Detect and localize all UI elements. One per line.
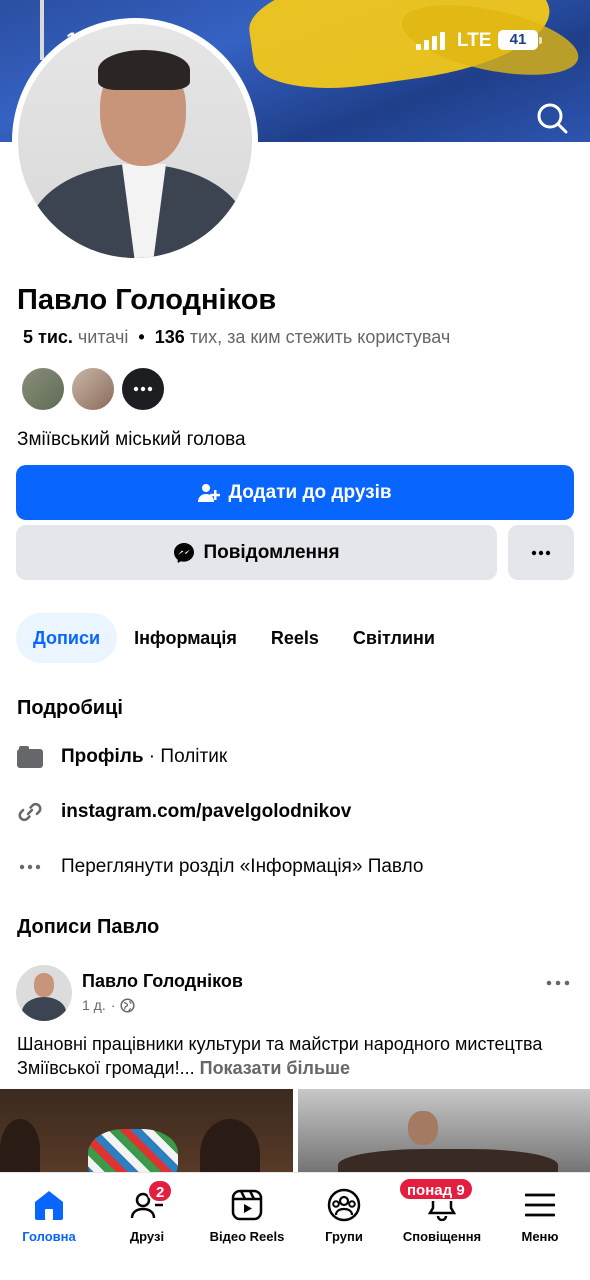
- signal-icon: [416, 32, 448, 55]
- reels-icon: [229, 1187, 265, 1223]
- nav-groups-label: Групи: [325, 1229, 363, 1244]
- messenger-icon: [174, 542, 195, 563]
- details-title: Подробиці: [17, 697, 123, 719]
- post-more-button[interactable]: [546, 973, 570, 991]
- menu-icon: [522, 1187, 558, 1223]
- search-button[interactable]: [534, 100, 570, 136]
- following-count[interactable]: 136: [155, 327, 185, 347]
- post-text: Шановні працівники культури та майстри н…: [17, 1032, 577, 1080]
- post-photo[interactable]: [298, 1089, 590, 1179]
- detail-see-about-row[interactable]: Переглянути розділ «Інформація» Павло: [17, 852, 423, 882]
- message-button[interactable]: Повідомлення: [16, 525, 497, 580]
- nav-home[interactable]: Головна: [18, 1173, 80, 1253]
- post-meta: 1 д. ·: [82, 997, 135, 1013]
- network-type: LTE: [457, 30, 492, 51]
- groups-icon: [326, 1187, 362, 1223]
- see-more-link[interactable]: Показати більше: [200, 1058, 350, 1078]
- globe-icon: [120, 997, 135, 1013]
- see-about-link[interactable]: Переглянути розділ «Інформація» Павло: [61, 856, 423, 878]
- nav-home-label: Головна: [22, 1229, 76, 1244]
- mutual-avatar[interactable]: [70, 366, 116, 412]
- profile-more-button[interactable]: [508, 525, 574, 580]
- nav-groups[interactable]: Групи: [313, 1173, 375, 1253]
- detail-profile-row: Профіль · Політик: [17, 742, 227, 772]
- home-icon: [31, 1187, 67, 1223]
- more-dots-icon: [531, 550, 551, 555]
- friends-icon: 2: [129, 1179, 174, 1223]
- more-dots-icon: [17, 854, 43, 880]
- post-time[interactable]: 1 д.: [82, 997, 106, 1013]
- nav-friends[interactable]: 2 Друзі: [116, 1173, 178, 1253]
- link-icon: [17, 799, 43, 825]
- following-label[interactable]: тих, за ким стежить користувач: [190, 327, 450, 347]
- post-author-name[interactable]: Павло Голодніков: [82, 971, 243, 992]
- tab-reels[interactable]: Reels: [254, 613, 336, 663]
- followers-label[interactable]: читачі: [78, 327, 128, 347]
- add-friend-label: Додати до друзів: [228, 481, 392, 503]
- profile-category-icon: [17, 744, 43, 770]
- nav-notifications-label: Сповіщення: [402, 1229, 482, 1244]
- post-header: Павло Голодніков 1 д. ·: [16, 965, 574, 1021]
- nav-reels-label: Відео Reels: [209, 1229, 285, 1244]
- notifications-badge: понад 9: [398, 1177, 474, 1201]
- profile-name: Павло Голодніков: [17, 284, 277, 316]
- message-label: Повідомлення: [203, 541, 340, 563]
- bell-icon: понад 9: [398, 1177, 474, 1223]
- nav-reels[interactable]: Відео Reels: [202, 1173, 292, 1253]
- tab-about[interactable]: Інформація: [117, 613, 254, 663]
- profile-type-label: Профіль: [61, 746, 144, 767]
- nav-menu[interactable]: Меню: [512, 1173, 568, 1253]
- add-friend-icon: [198, 483, 221, 502]
- posts-title: Дописи Павло: [17, 916, 160, 938]
- nav-menu-label: Меню: [521, 1229, 559, 1244]
- post-photo[interactable]: [0, 1089, 293, 1179]
- detail-instagram-row[interactable]: instagram.com/pavelgolodnikov: [17, 797, 351, 827]
- add-friend-button[interactable]: Додати до друзів: [16, 465, 574, 520]
- profile-bio: Зміївський міський голова: [17, 429, 246, 450]
- battery-icon: 41: [498, 30, 538, 50]
- instagram-link[interactable]: instagram.com/pavelgolodnikov: [61, 801, 351, 823]
- profile-stats: 5 тис. читачі • 136 тих, за ким стежить …: [23, 327, 451, 347]
- more-dots-icon: [546, 980, 570, 986]
- more-dots-icon: [133, 386, 153, 392]
- mutual-avatar[interactable]: [20, 366, 66, 412]
- search-icon: [537, 103, 568, 134]
- nav-notifications[interactable]: понад 9 Сповіщення: [396, 1173, 488, 1253]
- friends-badge: 2: [147, 1179, 174, 1203]
- more-mutual-button[interactable]: [120, 366, 166, 412]
- tab-photos[interactable]: Світлини: [336, 613, 452, 663]
- profile-picture[interactable]: [12, 18, 258, 264]
- post-author-avatar[interactable]: [16, 965, 72, 1021]
- nav-friends-label: Друзі: [129, 1229, 165, 1244]
- followers-count[interactable]: 5 тис.: [23, 327, 73, 347]
- bottom-navigation: Головна 2 Друзі Відео Reels Групи понад …: [0, 1172, 590, 1280]
- tab-posts[interactable]: Дописи: [16, 613, 118, 663]
- battery-tip: [539, 37, 542, 44]
- profile-category: · Політик: [143, 746, 228, 767]
- profile-tabs: Дописи Інформація Reels Світлини: [16, 613, 452, 663]
